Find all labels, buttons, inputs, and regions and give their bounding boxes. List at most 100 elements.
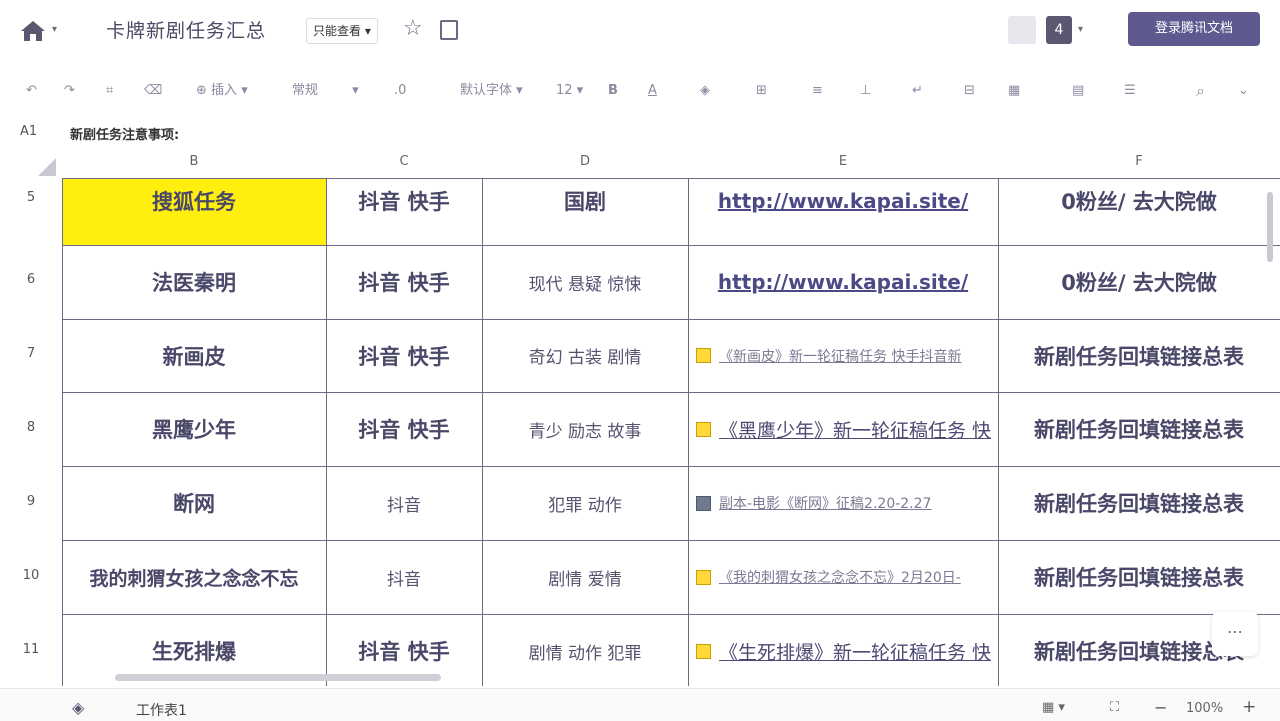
- table-cell[interactable]: 0粉丝/ 去大院做: [998, 178, 1280, 223]
- table-cell[interactable]: 我的刺猬女孩之念念不忘: [62, 540, 326, 614]
- decimal-button[interactable]: .0: [394, 80, 406, 102]
- link-text: 《生死排爆》新一轮征稿任务 快: [719, 641, 992, 664]
- row-number[interactable]: 8: [0, 420, 62, 435]
- more-tools-icon[interactable]: ☰: [1124, 80, 1136, 102]
- table-cell[interactable]: 青少 励志 故事: [482, 392, 688, 466]
- row-number[interactable]: 9: [0, 494, 62, 509]
- font-size-dropdown[interactable]: 12 ▾: [556, 80, 583, 102]
- cell-reference[interactable]: A1: [20, 124, 37, 139]
- font-color-button[interactable]: A: [648, 80, 657, 102]
- table-cell[interactable]: 搜狐任务: [62, 178, 326, 223]
- chevron-down-icon[interactable]: ⌄: [1238, 80, 1249, 102]
- number-format-dropdown[interactable]: 常规 ▾: [292, 80, 359, 102]
- table-cell[interactable]: 0粉丝/ 去大院做: [998, 245, 1280, 319]
- document-icon: [696, 643, 711, 659]
- table-cell-link[interactable]: 副本-电影《断网》征稿2.20-2.27: [688, 466, 998, 540]
- table-cell[interactable]: 抖音 快手: [326, 319, 482, 392]
- merge-icon[interactable]: ⊟: [964, 80, 975, 102]
- chevron-down-icon[interactable]: ▾: [52, 24, 57, 35]
- fullscreen-icon[interactable]: ⛶: [1110, 700, 1119, 715]
- table-cell[interactable]: 奇幻 古装 剧情: [482, 319, 688, 392]
- table-cell[interactable]: 抖音 快手: [326, 245, 482, 319]
- table-cell-link[interactable]: http://www.kapai.site/: [688, 178, 998, 223]
- table-cell[interactable]: 新画皮: [62, 319, 326, 392]
- format-painter-icon[interactable]: ⌗: [106, 80, 113, 102]
- view-mode-dropdown[interactable]: 只能查看 ▾: [306, 18, 378, 44]
- document-icon: [696, 569, 711, 585]
- table-cell-link[interactable]: 《黑鹰少年》新一轮征稿任务 快: [688, 392, 998, 466]
- undo-icon[interactable]: ↶: [26, 80, 37, 102]
- select-all-corner[interactable]: [38, 158, 56, 176]
- number-format-label: 常规: [292, 83, 319, 98]
- column-header-e[interactable]: E: [688, 154, 998, 169]
- table-cell[interactable]: 黑鹰少年: [62, 392, 326, 466]
- view-mode-label: 只能查看: [313, 24, 362, 38]
- table-cell[interactable]: 断网: [62, 466, 326, 540]
- wrap-icon[interactable]: ↵: [912, 80, 923, 102]
- home-icon[interactable]: [20, 20, 46, 42]
- table-cell[interactable]: 国剧: [482, 178, 688, 223]
- table-cell[interactable]: 剧情 动作 犯罪: [482, 614, 688, 688]
- eraser-icon[interactable]: ⌫: [144, 80, 162, 102]
- more-options-icon[interactable]: ⋯: [1212, 612, 1258, 656]
- row-number[interactable]: 5: [0, 190, 62, 205]
- table-cell-link[interactable]: 《我的刺猬女孩之念念不忘》2月20日-: [688, 540, 998, 614]
- align-icon[interactable]: ≡: [812, 80, 823, 102]
- fill-color-icon[interactable]: ◈: [700, 80, 710, 102]
- login-button[interactable]: 登录腾讯文档: [1128, 12, 1260, 46]
- table-cell[interactable]: 现代 悬疑 惊悚: [482, 245, 688, 319]
- border-icon[interactable]: ⊞: [756, 80, 767, 102]
- document-icon: [696, 348, 711, 363]
- vertical-scrollbar[interactable]: [1267, 192, 1273, 262]
- column-header-f[interactable]: F: [998, 154, 1280, 169]
- table-cell-link[interactable]: 《新画皮》新一轮征稿任务 快手抖音新: [688, 319, 998, 392]
- redo-icon[interactable]: ↷: [64, 80, 75, 102]
- layers-icon[interactable]: ◈: [72, 698, 84, 717]
- formula-content[interactable]: 新剧任务注意事项:: [70, 124, 179, 143]
- table-cell[interactable]: 犯罪 动作: [482, 466, 688, 540]
- table-cell[interactable]: 新剧任务回填链接总表: [998, 466, 1280, 540]
- horizontal-scrollbar[interactable]: [115, 674, 441, 681]
- view-mode-icon[interactable]: ▦ ▾: [1042, 700, 1065, 715]
- font-family-dropdown[interactable]: 默认字体 ▾: [460, 80, 523, 102]
- table-cell[interactable]: 新剧任务回填链接总表: [998, 540, 1280, 614]
- document-info-icon[interactable]: [440, 20, 458, 40]
- table-cell-link[interactable]: http://www.kapai.site/: [688, 245, 998, 319]
- bold-button[interactable]: B: [608, 80, 618, 102]
- table-cell[interactable]: 抖音 快手: [326, 178, 482, 223]
- insert-button[interactable]: ⊕ 插入 ▾: [196, 80, 248, 102]
- table-cell[interactable]: 抖音: [326, 540, 482, 614]
- column-header-b[interactable]: B: [62, 154, 326, 169]
- table-cell[interactable]: 法医秦明: [62, 245, 326, 319]
- filter-icon[interactable]: ▤: [1072, 80, 1084, 102]
- link-text: 副本-电影《断网》征稿2.20-2.27: [719, 496, 932, 512]
- row-number[interactable]: 7: [0, 346, 62, 361]
- sheet-tab[interactable]: 工作表1: [136, 700, 187, 720]
- table-cell[interactable]: 抖音 快手: [326, 392, 482, 466]
- column-header-c[interactable]: C: [326, 154, 482, 169]
- row-number[interactable]: 10: [0, 568, 62, 583]
- avatar[interactable]: [1008, 16, 1036, 44]
- row-number[interactable]: 11: [0, 642, 62, 657]
- zoom-out-button[interactable]: −: [1154, 698, 1167, 717]
- search-icon[interactable]: ⌕: [1196, 80, 1205, 102]
- star-icon[interactable]: ☆: [403, 16, 423, 41]
- bottom-bar: [0, 688, 1280, 721]
- document-title[interactable]: 卡牌新剧任务汇总: [106, 16, 266, 43]
- chevron-down-icon[interactable]: ▾: [1078, 24, 1083, 35]
- vertical-align-icon[interactable]: ⊥: [860, 80, 871, 102]
- link-text: 《我的刺猬女孩之念念不忘》2月20日-: [719, 570, 961, 586]
- table-cell[interactable]: 新剧任务回填链接总表: [998, 392, 1280, 466]
- zoom-in-button[interactable]: +: [1242, 697, 1256, 717]
- table-cell[interactable]: 新剧任务回填链接总表: [998, 319, 1280, 392]
- column-header-d[interactable]: D: [482, 154, 688, 169]
- freeze-icon[interactable]: ▦: [1008, 80, 1020, 102]
- table-cell[interactable]: 剧情 爱情: [482, 540, 688, 614]
- font-size-label: 12: [556, 83, 573, 98]
- row-number[interactable]: 6: [0, 272, 62, 287]
- zoom-level[interactable]: 100%: [1186, 701, 1223, 716]
- collaborator-count-badge[interactable]: 4: [1046, 16, 1072, 44]
- table-cell[interactable]: 抖音: [326, 466, 482, 540]
- table-cell-link[interactable]: 《生死排爆》新一轮征稿任务 快: [688, 614, 998, 688]
- plus-circle-icon: ⊕: [196, 83, 207, 98]
